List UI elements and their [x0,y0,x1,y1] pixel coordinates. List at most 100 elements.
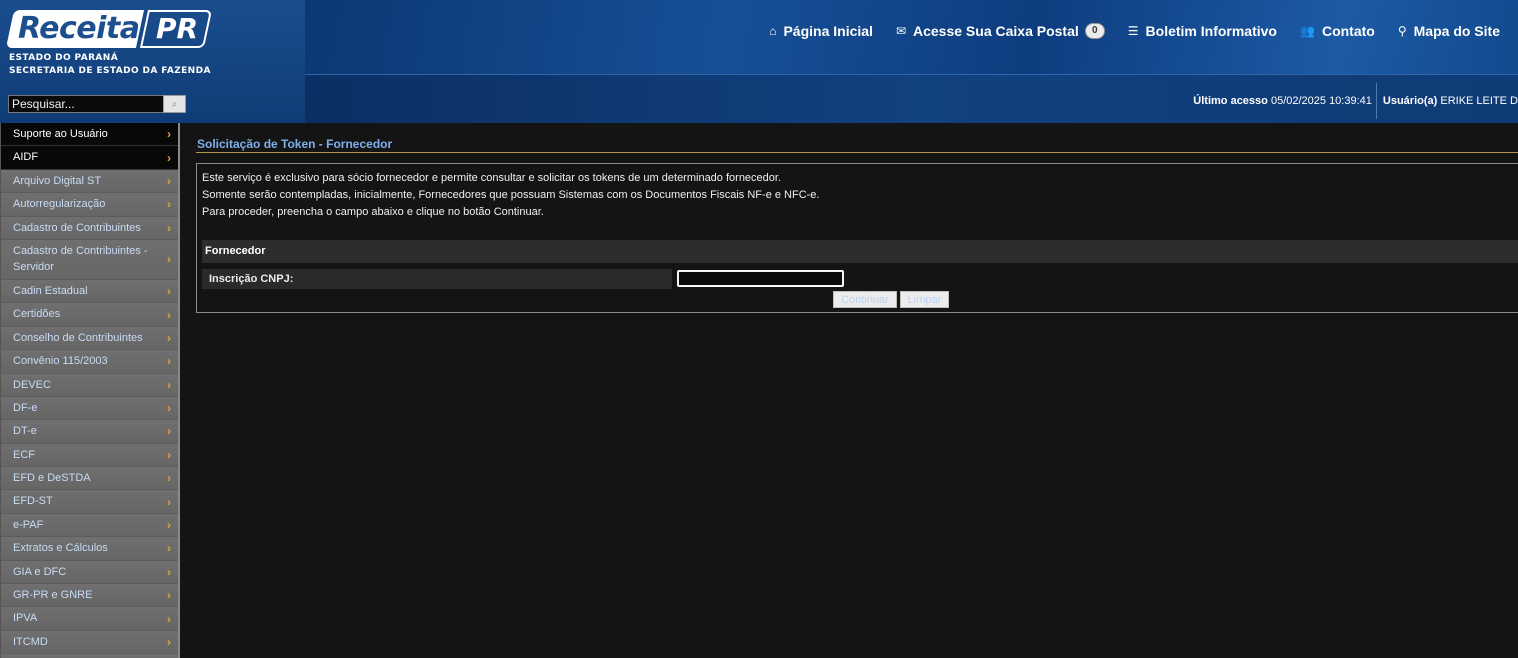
chevron-right-icon: › [167,401,171,416]
nav-mailbox-label: Acesse Sua Caixa Postal [913,23,1079,39]
search-input[interactable] [8,95,166,113]
sidebar-item-label: ECF [13,448,35,461]
sidebar-item[interactable]: Cadin Estadual › [1,279,178,304]
sidebar-item-label: Suporte ao Usuário [13,128,108,140]
logo-pr-text: PR [156,12,199,45]
nav-sitemap[interactable]: ⚲ Mapa do Site [1398,23,1500,39]
sidebar-item-label: e-PAF [13,518,44,531]
clear-button[interactable]: Limpar [900,291,949,308]
sidebar-item[interactable]: AIDF › [1,146,178,170]
chevron-right-icon: › [167,330,171,345]
nav-contact[interactable]: 👥 Contato [1300,23,1375,39]
nav-bulletin[interactable]: ☰ Boletim Informativo [1128,23,1277,39]
cnpj-label: Inscrição CNPJ: [202,269,672,289]
sidebar-item[interactable]: EFD e DeSTDA › [1,467,178,491]
chevron-right-icon: › [167,424,171,439]
chevron-right-icon: › [167,173,171,188]
logo-secretariat-line: SECRETARIA DE ESTADO DA FAZENDA [9,66,211,76]
sidebar-item[interactable]: e-PAF › [1,513,178,538]
header-banner: ⌂ Página Inicial ✉ Acesse Sua Caixa Post… [305,0,1518,75]
chevron-right-icon: › [167,635,171,649]
sidebar-item-label: GR-PR e GNRE [13,589,93,602]
chevron-right-icon: › [167,252,171,267]
sidebar-menu: Suporte ao Usuário › AIDF › Arquivo Digital … [0,123,180,658]
chevron-right-icon: › [167,588,171,603]
sidebar-item-label: Convênio 115/2003 [13,355,108,368]
sidebar-item[interactable]: Extratos e Cálculos › [1,537,178,561]
user-value: ERIKE LEITE D [1440,95,1518,107]
title-divider [196,152,1518,153]
main-content: Solicitação de Token - Fornecedor Este s… [181,123,1518,658]
sidebar-item[interactable]: ITCMD › [1,630,178,655]
sidebar-item[interactable]: ECF › [1,443,178,468]
logo-receita-block: Receita [5,10,145,48]
sidebar-item[interactable]: DEVEC › [1,373,178,397]
last-access-label: Último acesso [1193,95,1268,107]
sidebar-item[interactable]: Convênio 115/2003 › [1,350,178,374]
logo-area: Receita PR ESTADO DO PARANÁ SECRETARIA D… [0,0,305,123]
cnpj-row: Inscrição CNPJ: [202,269,1518,289]
sidebar-item[interactable]: IPVA › [1,607,178,631]
top-navigation: ⌂ Página Inicial ✉ Acesse Sua Caixa Post… [769,0,1518,62]
continue-button[interactable]: Continuar [833,291,897,308]
intro-line-2: Somente serão contempladas, inicialmente… [202,189,820,201]
sidebar-item-label: Cadin Estadual [13,284,88,297]
sidebar-item[interactable]: EFD-ST › [1,490,178,514]
chevron-right-icon: › [167,471,171,486]
sidebar-item-label: EFD e DeSTDA [13,472,91,485]
sidebar-item[interactable]: GR-PR e GNRE › [1,584,178,608]
chevron-right-icon: › [167,197,171,212]
chevron-right-icon: › [167,564,171,579]
page-title: Solicitação de Token - Fornecedor [197,137,393,151]
users-icon: 👥 [1300,24,1315,38]
token-request-panel: Este serviço é exclusivo para sócio forn… [196,163,1518,313]
sidebar-item-label: EFD-ST [13,495,53,508]
sidebar-item[interactable]: Autorregularização › [1,193,178,217]
search-button[interactable]: ⌕ [163,95,186,113]
sidebar-item-label: Extratos e Cálculos [13,542,108,555]
logo-receita-text: Receita [18,11,140,46]
cnpj-input[interactable] [677,270,844,287]
sidebar-item-label: Arquivo Digital ST [13,174,102,187]
sidebar-item-label: Certidões [13,308,61,321]
list-icon: ☰ [1127,24,1139,38]
sidebar-item[interactable]: Cadastro de Contribuintes - Servidor › [1,239,178,280]
mailbox-count-badge: 0 [1084,23,1105,39]
site-header: Receita PR ESTADO DO PARANÁ SECRETARIA D… [0,0,1518,123]
intro-line-3: Para proceder, preencha o campo abaixo e… [202,206,544,218]
sidebar-item[interactable]: Conselho de Contribuintes › [1,326,178,351]
chevron-right-icon: › [167,150,171,165]
receita-pr-logo[interactable]: Receita PR [5,10,213,48]
sidebar-item-label: ITCMD [13,635,48,648]
nav-home-label: Página Inicial [783,23,873,39]
sidebar-item[interactable]: Cadastro de Contribuintes › [1,216,178,240]
supplier-section-header: Fornecedor [202,240,1518,263]
chevron-right-icon: › [167,611,171,626]
envelope-icon: ✉ [895,24,906,38]
sidebar-item[interactable]: DT-e › [1,420,178,444]
sidebar-item-label: Cadastro de Contribuintes [13,221,141,234]
logo-pr-block: PR [139,10,213,48]
nav-bulletin-label: Boletim Informativo [1145,23,1277,39]
sidebar-item[interactable]: Arquivo Digital ST › [1,169,178,194]
sidebar-item[interactable]: Certidões › [1,303,178,327]
sidebar-item-label: DEVEC [13,378,51,391]
nav-mailbox[interactable]: ✉ Acesse Sua Caixa Postal 0 [896,23,1105,39]
access-info: Último acesso 05/02/2025 10:39:41 Usuári… [1193,83,1518,119]
chevron-right-icon: › [167,377,171,392]
map-marker-icon: ⚲ [1397,24,1407,38]
nav-sitemap-label: Mapa do Site [1413,23,1500,39]
nav-home[interactable]: ⌂ Página Inicial [769,23,873,39]
chevron-right-icon: › [167,494,171,509]
sidebar-item-label: Autorregularização [13,198,106,211]
home-icon: ⌂ [769,24,777,38]
user-label: Usuário(a) [1382,95,1438,107]
sidebar-item-label: AIDF [13,151,39,164]
sidebar-item-label: GIA e DFC [13,565,67,578]
chevron-right-icon: › [167,354,171,369]
sidebar-item[interactable]: DF-e › [1,396,178,421]
sidebar-item-label: IPVA [13,612,38,625]
sidebar-item[interactable]: Suporte ao Usuário › [1,123,178,147]
chevron-right-icon: › [167,284,171,299]
sidebar-item[interactable]: GIA e DFC › [1,560,178,585]
